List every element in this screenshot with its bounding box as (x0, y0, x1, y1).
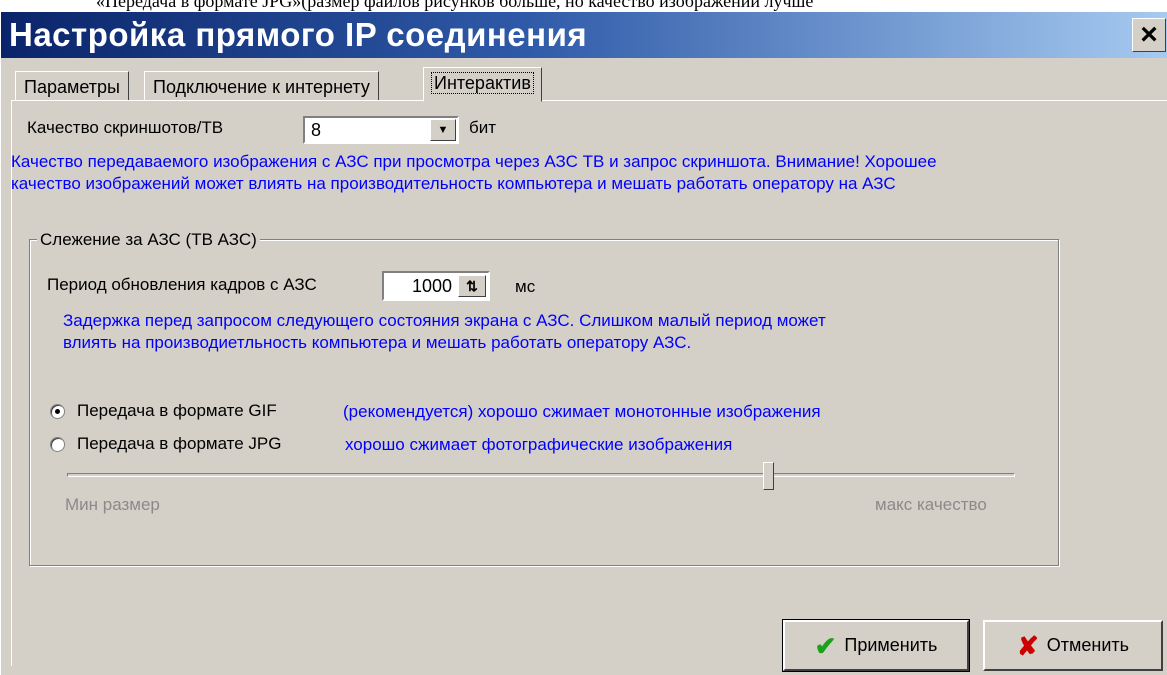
screenshot-quality-unit: бит (469, 118, 497, 137)
quality-slider-track[interactable] (67, 473, 1015, 477)
apply-button-label: Применить (844, 635, 938, 655)
screenshot-quality-value: 8 (311, 120, 322, 140)
tab-internet-connection-label: Подключение к интернету (153, 77, 370, 97)
close-icon: × (1140, 18, 1158, 51)
refresh-period-unit: мс (515, 277, 536, 296)
x-icon: ✘ (1016, 630, 1039, 661)
format-gif-hint: (рекомендуется) хорошо сжимает монотонны… (343, 402, 821, 421)
spin-up-down-button[interactable]: ⇅ (458, 275, 486, 297)
tab-parameters[interactable]: Параметры (15, 71, 129, 101)
refresh-period-hint-2: влиять на производиетльность компьютера … (63, 333, 692, 352)
tab-interactive-label: Интерактив (431, 72, 534, 94)
background-document-text: «Передача в формате JPG»(размер файлов р… (96, 0, 814, 11)
format-gif-radio[interactable] (50, 404, 65, 419)
dialog-title: Настройка прямого IP соединения (9, 16, 588, 53)
cancel-button[interactable]: ✘ Отменить (983, 620, 1163, 671)
slider-min-label: Мин размер (65, 495, 160, 514)
radio-selected-dot (55, 409, 60, 414)
refresh-period-value: 1000 (411, 276, 452, 296)
screenshot-quality-hint-2: качество изображений может влиять на про… (11, 174, 896, 193)
screenshot-quality-label: Качество скриншотов/ТВ (27, 118, 224, 137)
refresh-period-hint-1: Задержка перед запросом следующего состо… (63, 311, 826, 330)
screenshot-quality-hint-1: Качество передаваемого изображения с АЗС… (11, 152, 937, 171)
title-bar[interactable]: Настройка прямого IP соединения × (1, 12, 1167, 58)
monitoring-group-title: Слежение за АЗС (ТВ АЗС) (37, 230, 260, 250)
tab-internet-connection[interactable]: Подключение к интернету (144, 71, 379, 101)
apply-button[interactable]: ✔ Применить (782, 619, 970, 672)
format-jpg-label[interactable]: Передача в формате JPG (77, 434, 282, 454)
screenshot-quality-select[interactable]: 8 ▼ (303, 116, 459, 144)
chevron-down-icon: ▼ (437, 124, 449, 136)
spin-arrows-icon: ⇅ (466, 277, 478, 294)
cancel-button-label: Отменить (1046, 635, 1130, 655)
refresh-period-label: Период обновления кадров с АЗС (47, 275, 317, 294)
format-gif-label[interactable]: Передача в формате GIF (77, 401, 277, 421)
format-jpg-radio[interactable] (50, 437, 65, 452)
combo-dropdown-button[interactable]: ▼ (430, 119, 456, 141)
format-jpg-hint: хорошо сжимает фотографические изображен… (345, 435, 733, 454)
refresh-period-spinner[interactable]: 1000 ⇅ (382, 271, 490, 301)
quality-slider-thumb[interactable] (763, 462, 775, 490)
checkmark-icon: ✔ (814, 630, 837, 661)
close-button[interactable]: × (1132, 18, 1166, 52)
tab-parameters-label: Параметры (24, 77, 120, 97)
dialog-window: Настройка прямого IP соединения × Параме… (0, 12, 1167, 675)
slider-max-label: макс качество (875, 495, 987, 514)
tab-interactive[interactable]: Интерактив (423, 67, 542, 102)
